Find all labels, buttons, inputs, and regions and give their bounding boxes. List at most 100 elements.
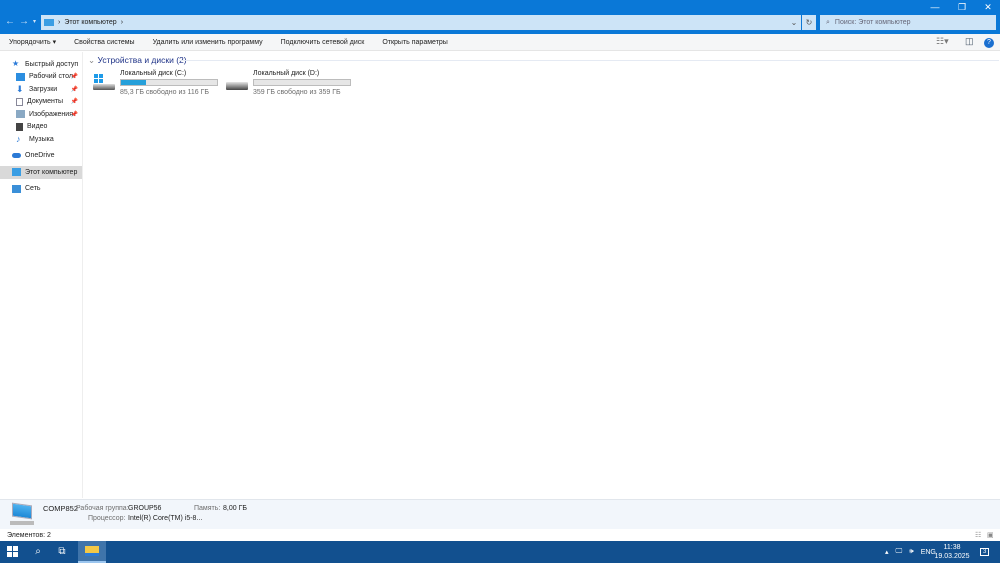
windows-drive-icon [93,74,117,92]
task-view-button[interactable]: ⧉ [50,541,74,563]
sidebar-item-label: OneDrive [25,152,55,160]
navigation-pane: ★ Быстрый доступ Рабочий стол 📌 ⬇ Загрузки 📌… [0,52,83,498]
title-bar: — ❐ ✕ ← → ▾ › Этот компьютер › ⌄ ↻ ⌕ Пои… [0,0,1000,34]
pin-icon: 📌 [70,99,78,106]
clock-date: 19.03.2025 [934,553,970,560]
taskbar: ⌕ ⧉ ▴ 🖵 🕪 ENG 11:38 19.03.2025 3 [0,541,1000,563]
preview-pane-icon[interactable]: ◫ [965,36,974,47]
cpu-value: Intel(R) Core(TM) i5-8... [128,515,203,522]
address-dropdown-button[interactable]: ⌄ [787,15,801,30]
search-button[interactable]: ⌕ [26,541,50,563]
computer-name: COMP852 [43,504,79,513]
sidebar-item-label: Рабочий стол [29,73,73,81]
sidebar-item-network[interactable]: Сеть [0,183,82,196]
details-view-button[interactable]: ☷ [975,531,981,539]
breadcrumb-separator: › [58,19,61,26]
group-header[interactable]: ⌄ Устройства и диски (2) [88,55,187,66]
network-icon[interactable]: 🖵 [896,548,903,556]
forward-button[interactable]: → [19,16,29,27]
desktop-icon [16,72,25,81]
sidebar-item-label: Видео [27,123,48,131]
system-tray: ▴ 🖵 🕪 ENG [885,541,936,563]
sidebar-item-label: Этот компьютер [25,168,78,176]
hard-drive-icon [226,74,250,92]
refresh-button[interactable]: ↻ [802,15,816,30]
sidebar-item-downloads[interactable]: ⬇ Загрузки 📌 [0,83,82,96]
taskbar-file-explorer[interactable] [78,541,106,563]
clock[interactable]: 11:38 19.03.2025 [934,541,970,563]
sidebar-item-video[interactable]: Видео [0,121,82,134]
command-bar: Упорядочить ▾ Свойства системы Удалить и… [0,34,1000,51]
pictures-icon [16,110,25,119]
breadcrumb-separator: › [120,19,124,26]
drive-free-space: 359 ГБ свободно из 359 ГБ [253,89,341,96]
start-button[interactable] [0,541,24,563]
drive-usage-fill [121,80,146,85]
star-icon: ★ [12,59,20,69]
sidebar-item-desktop[interactable]: Рабочий стол 📌 [0,71,82,84]
workgroup-label: Рабочая группа: [76,505,129,512]
search-placeholder: Поиск: Этот компьютер [834,19,911,26]
system-properties-button[interactable]: Свойства системы [65,39,143,46]
computer-icon [12,502,32,520]
video-icon [16,122,23,131]
volume-icon[interactable]: 🕪 [909,548,913,556]
breadcrumb-this-pc[interactable]: Этот компьютер [64,19,116,26]
download-icon: ⬇ [16,84,24,95]
help-icon[interactable]: ? [984,38,994,48]
pin-icon: 📌 [70,86,78,93]
pin-icon: 📌 [70,111,78,118]
task-view-icon: ⧉ [58,546,66,557]
view-options-icon[interactable]: ☷▾ [936,36,949,47]
open-settings-button[interactable]: Открыть параметры [373,39,457,46]
drive-usage-bar [253,79,351,86]
music-icon: ♪ [16,134,21,145]
windows-icon [6,545,18,557]
sidebar-item-quick-access[interactable]: ★ Быстрый доступ [0,58,82,71]
sidebar-item-label: Музыка [29,135,54,143]
status-bar: Элементов: 2 ☷ ▣ [0,529,1000,541]
search-icon: ⌕ [826,18,830,26]
memory-value: 8,00 ГБ [223,505,247,512]
network-icon [12,184,21,193]
drive-name: Локальный диск (D:) [253,70,320,77]
sidebar-item-onedrive[interactable]: OneDrive [0,150,82,163]
sidebar-item-music[interactable]: ♪ Музыка [0,133,82,146]
sidebar-item-pictures[interactable]: Изображения 📌 [0,108,82,121]
sidebar-item-label: Сеть [25,185,41,193]
computer-icon [12,168,21,177]
action-center-button[interactable]: 3 [980,541,990,563]
item-count: Элементов: 2 [7,531,51,539]
map-network-drive-button[interactable]: Подключить сетевой диск [272,39,374,46]
pin-icon: 📌 [70,74,78,81]
close-button[interactable]: ✕ [975,0,1000,14]
sidebar-item-documents[interactable]: Документы 📌 [0,96,82,109]
sidebar-item-this-pc[interactable]: Этот компьютер [0,166,82,179]
notification-icon: 3 [980,548,990,556]
back-button[interactable]: ← [5,16,15,27]
memory-label: Память: [194,505,221,512]
uninstall-program-button[interactable]: Удалить или изменить программу [144,39,272,46]
drive-usage-bar [120,79,218,86]
maximize-button[interactable]: ❐ [949,0,975,14]
drive-free-space: 85,3 ГБ свободно из 116 ГБ [120,89,210,96]
cpu-label: Процессор: [88,515,126,522]
minimize-button[interactable]: — [922,0,948,14]
recent-locations-button[interactable]: ▾ [33,18,36,25]
sidebar-item-label: Загрузки [29,85,58,93]
group-title: Устройства и диски (2) [97,55,187,65]
search-input[interactable]: ⌕ Поиск: Этот компьютер [820,15,996,30]
drive-name: Локальный диск (C:) [120,70,187,77]
documents-icon [16,97,23,106]
address-bar[interactable]: › Этот компьютер › [41,15,801,30]
tiles-view-button[interactable]: ▣ [987,531,994,539]
details-pane: COMP852 Рабочая группа: GROUP56 Память: … [0,499,1000,529]
clock-time: 11:38 [943,544,961,551]
organize-button[interactable]: Упорядочить ▾ [0,38,65,46]
folder-icon [85,546,99,557]
sidebar-item-label: Быстрый доступ [25,60,79,68]
computer-icon [44,19,54,26]
show-hidden-icons-button[interactable]: ▴ [885,548,889,556]
sidebar-item-label: Документы [27,98,64,106]
sidebar-item-label: Изображения [29,110,73,118]
